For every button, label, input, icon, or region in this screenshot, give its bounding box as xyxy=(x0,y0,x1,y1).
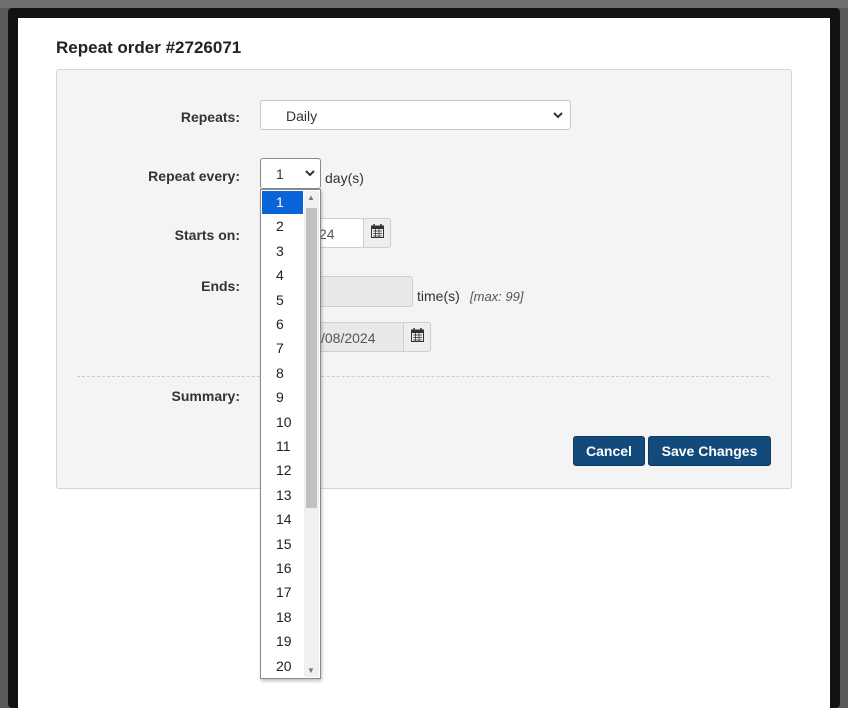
dropdown-option[interactable]: 20 xyxy=(262,655,303,678)
chevron-down-icon xyxy=(304,163,316,186)
dropdown-option[interactable]: 10 xyxy=(262,411,303,434)
repeat-every-label: Repeat every: xyxy=(148,168,240,184)
starts-on-value: 24 xyxy=(319,226,335,242)
dropdown-option[interactable]: 11 xyxy=(262,435,303,458)
dropdown-option[interactable]: 19 xyxy=(262,630,303,653)
dropdown-option[interactable]: 18 xyxy=(262,606,303,629)
dropdown-option[interactable]: 6 xyxy=(262,313,303,336)
dropdown-option[interactable]: 1 xyxy=(262,191,303,214)
dropdown-option[interactable]: 13 xyxy=(262,484,303,507)
repeat-every-unit: day(s) xyxy=(325,170,364,186)
dropdown-scrollbar[interactable]: ▲ ▼ xyxy=(304,191,319,677)
scroll-down-arrow-icon[interactable]: ▼ xyxy=(307,666,315,675)
dropdown-option[interactable]: 7 xyxy=(262,337,303,360)
scrollbar-thumb[interactable] xyxy=(306,208,317,508)
ends-on-value: /08/2024 xyxy=(321,330,376,346)
cancel-button[interactable]: Cancel xyxy=(573,436,645,466)
dropdown-option[interactable]: 9 xyxy=(262,386,303,409)
repeat-every-value: 1 xyxy=(276,166,284,182)
dropdown-option[interactable]: 3 xyxy=(262,240,303,263)
dropdown-option[interactable]: 4 xyxy=(262,264,303,287)
repeat-every-select[interactable]: 1 xyxy=(260,158,321,189)
starts-on-calendar-button[interactable] xyxy=(363,218,391,248)
repeats-select-value: Daily xyxy=(286,108,318,124)
dropdown-option[interactable]: 12 xyxy=(262,459,303,482)
repeat-every-dropdown-list[interactable]: 1 2 3 4 5 6 7 8 9 10 11 12 13 14 15 16 17 18 19 20 ▲ ▼ xyxy=(260,189,321,679)
repeats-label: Repeats: xyxy=(180,109,240,125)
dropdown-option[interactable]: 15 xyxy=(262,533,303,556)
dropdown-option[interactable]: 2 xyxy=(262,215,303,238)
save-changes-button[interactable]: Save Changes xyxy=(648,436,771,466)
dropdown-option[interactable]: 17 xyxy=(262,581,303,604)
starts-on-label: Starts on: xyxy=(174,227,240,243)
dropdown-option[interactable]: 5 xyxy=(262,289,303,312)
dropdown-option[interactable]: 14 xyxy=(262,508,303,531)
summary-label: Summary: xyxy=(171,388,240,404)
scroll-up-arrow-icon[interactable]: ▲ xyxy=(307,193,315,202)
section-divider xyxy=(77,376,769,377)
chevron-down-icon xyxy=(552,105,564,128)
repeat-order-dialog: Repeat order #2726071 Repeats: Daily Rep… xyxy=(18,18,830,708)
calendar-icon xyxy=(410,327,424,347)
repeats-select[interactable]: Daily xyxy=(260,100,571,130)
ends-on-calendar-button[interactable] xyxy=(403,322,431,352)
dropdown-option[interactable]: 16 xyxy=(262,557,303,580)
calendar-icon xyxy=(370,223,384,243)
ends-after-max-hint: [max: 99] xyxy=(470,289,524,304)
ends-after-unit: time(s) xyxy=(417,288,460,304)
repeat-settings-panel: Repeats: Daily Repeat every: 1 day(s) St… xyxy=(56,69,792,489)
ends-label: Ends: xyxy=(201,278,240,294)
dropdown-option[interactable]: 8 xyxy=(262,362,303,385)
dialog-title: Repeat order #2726071 xyxy=(56,38,242,57)
